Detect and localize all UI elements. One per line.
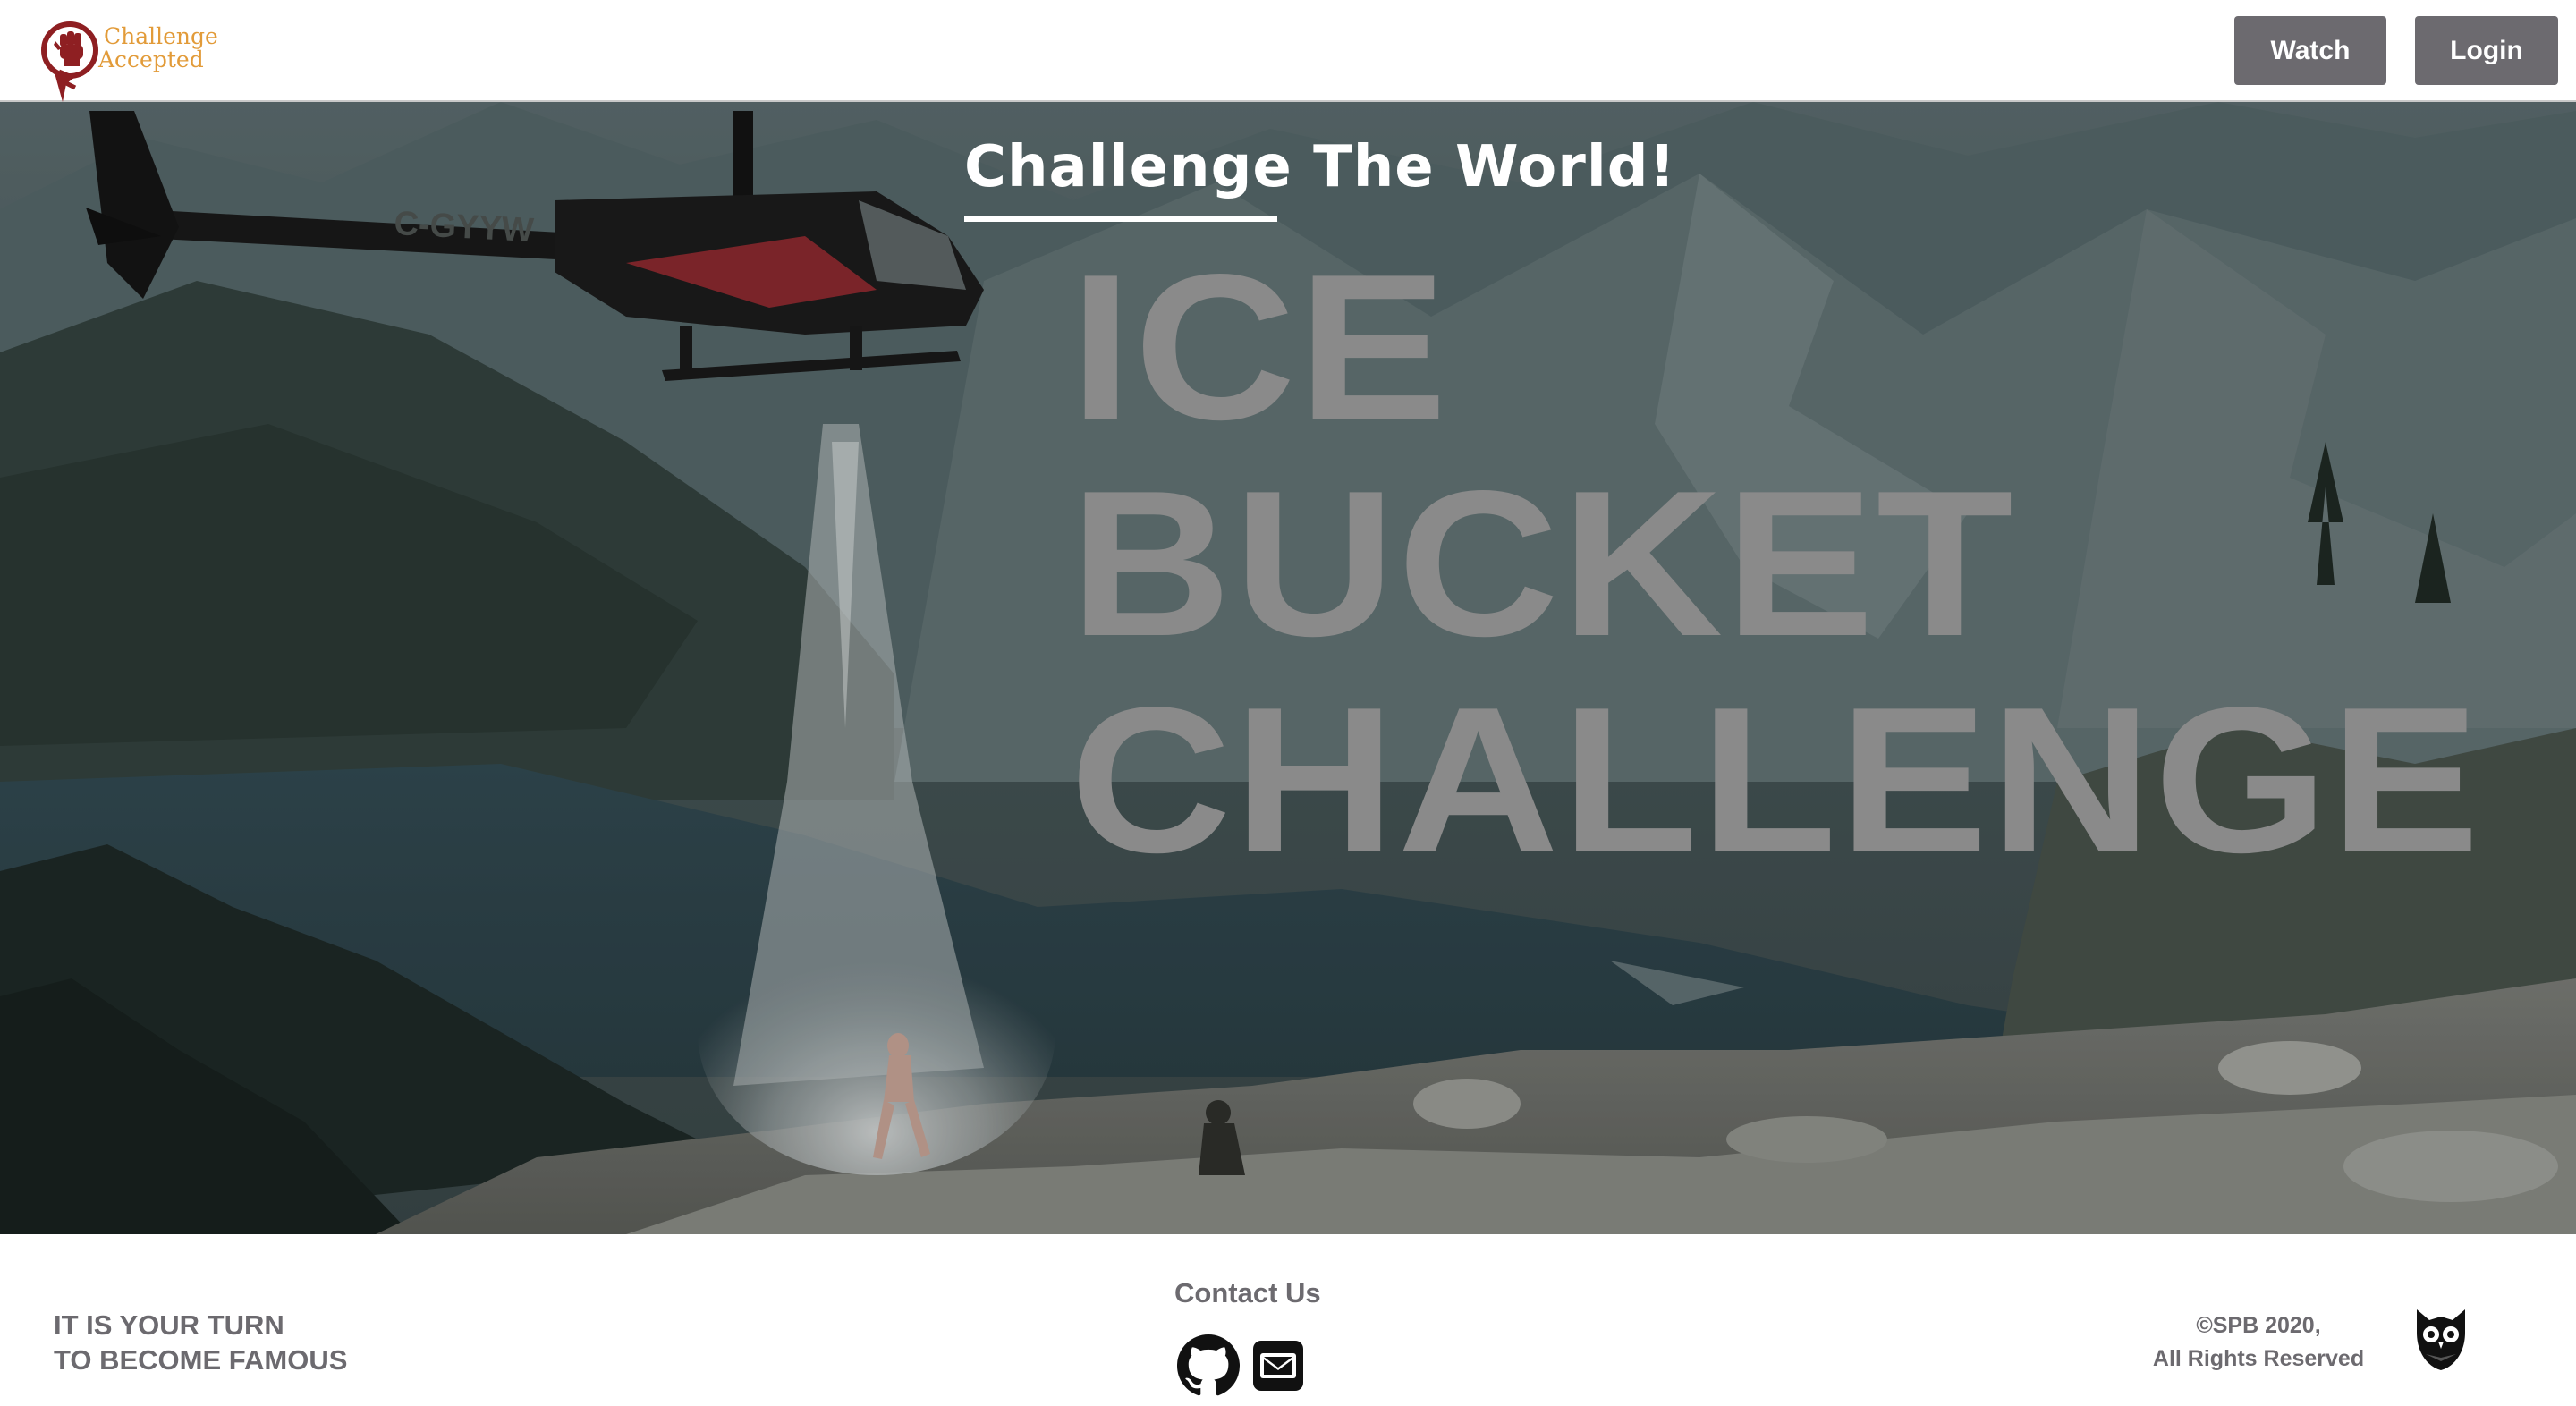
- tagline-underlined-word: Challenge: [964, 134, 1292, 200]
- navbar: Challenge Accepted Watch Login: [0, 0, 2576, 102]
- brand-logo[interactable]: Challenge Accepted: [41, 20, 220, 106]
- slogan-line-1: IT IS YOUR TURN: [54, 1309, 284, 1341]
- contact-us-heading: Contact Us: [1174, 1277, 1321, 1309]
- footer-slogan: IT IS YOUR TURN TO BECOME FAMOUS: [54, 1308, 347, 1377]
- owl-icon[interactable]: [2411, 1306, 2470, 1372]
- github-icon[interactable]: [1177, 1334, 1240, 1397]
- logo-text: Challenge Accepted: [98, 23, 218, 72]
- watch-button[interactable]: Watch: [2234, 16, 2386, 85]
- footer: IT IS YOUR TURN TO BECOME FAMOUS Contact…: [0, 1234, 2576, 1406]
- tagline-underline: [964, 216, 1277, 222]
- hero-tagline: Challenge The World!: [964, 134, 1676, 222]
- copyright-line-1: ©SPB 2020,: [2196, 1313, 2321, 1338]
- logo-line-1: Challenge: [104, 23, 218, 49]
- hero-headline: ICE BUCKET CHALLENGE: [1070, 240, 2481, 889]
- tagline-rest: The World!: [1292, 134, 1676, 200]
- hero-banner: C-GYYW Challenge The World! ICE BUCKET C…: [0, 102, 2576, 1234]
- logo-line-2: Accepted: [98, 47, 204, 72]
- fist-pin-icon: [41, 21, 98, 102]
- slogan-line-2: TO BECOME FAMOUS: [54, 1344, 348, 1376]
- login-button[interactable]: Login: [2415, 16, 2558, 85]
- mail-icon[interactable]: [1250, 1334, 1313, 1397]
- headline-line-challenge: CHALLENGE: [1070, 665, 2482, 896]
- headline-line-ice: ICE: [1070, 232, 1450, 463]
- headline-line-bucket: BUCKET: [1070, 448, 2015, 680]
- copyright-line-2: All Rights Reserved: [2152, 1346, 2365, 1371]
- copyright-notice: ©SPB 2020, All Rights Reserved: [2129, 1309, 2388, 1376]
